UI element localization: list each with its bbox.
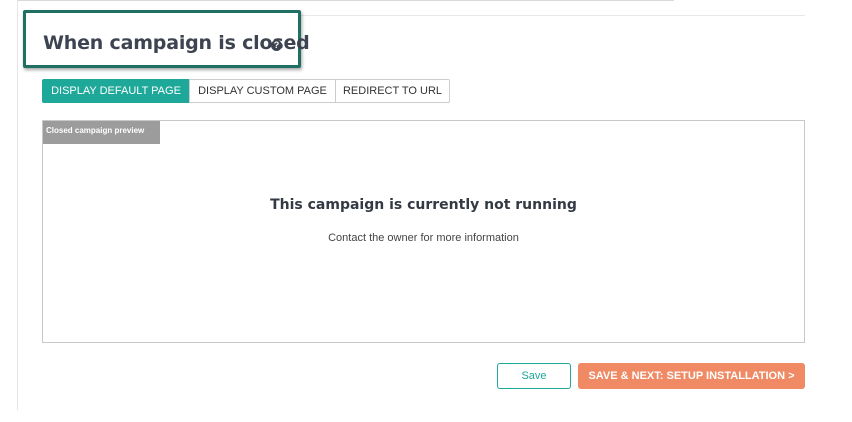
preview-title: This campaign is currently not running <box>270 197 577 213</box>
section-heading-highlight: When campaign is closed ? <box>23 10 310 68</box>
top-divider <box>18 0 674 1</box>
preview-subtitle: Contact the owner for more information <box>328 232 519 244</box>
page-left-divider <box>17 0 18 410</box>
closed-campaign-preview: Closed campaign preview This campaign is… <box>42 120 805 343</box>
section-divider <box>300 15 805 16</box>
preview-tag: Closed campaign preview <box>43 121 160 144</box>
question-circle-icon[interactable]: ? <box>271 40 282 51</box>
tab-display-custom-page[interactable]: DISPLAY CUSTOM PAGE <box>189 79 336 103</box>
save-button[interactable]: Save <box>497 363 571 389</box>
closed-behavior-tabs: DISPLAY DEFAULT PAGE DISPLAY CUSTOM PAGE… <box>42 79 450 103</box>
tab-display-default-page[interactable]: DISPLAY DEFAULT PAGE <box>42 79 190 103</box>
section-title: When campaign is closed <box>43 32 310 54</box>
tab-redirect-to-url[interactable]: REDIRECT TO URL <box>335 79 450 103</box>
save-and-next-button[interactable]: SAVE & NEXT: SETUP INSTALLATION > <box>578 363 805 389</box>
